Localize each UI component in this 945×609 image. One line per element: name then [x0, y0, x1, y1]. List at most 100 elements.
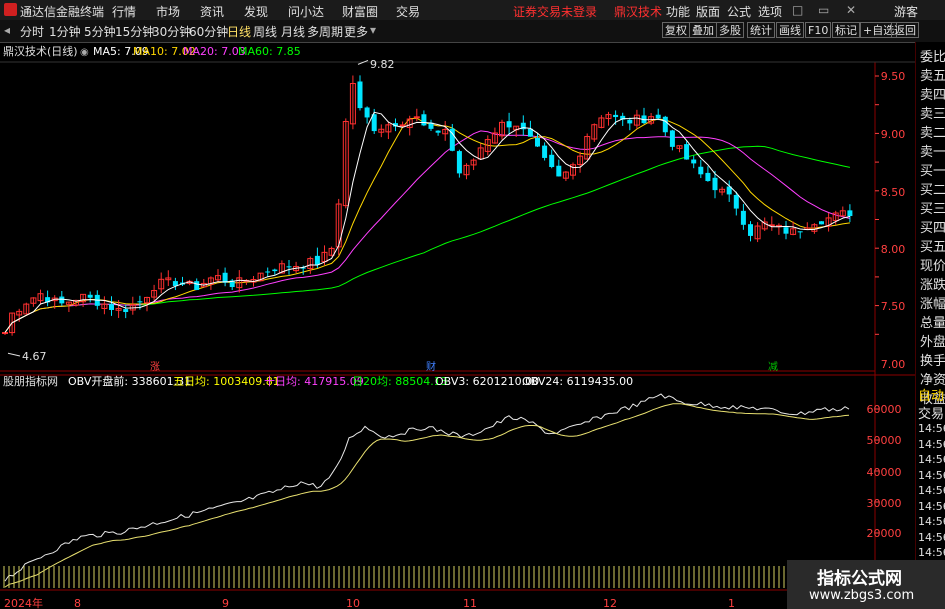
date-tick: 8 [74, 597, 81, 609]
menu-item-news[interactable]: 资讯 [200, 3, 224, 20]
event-marker-reduce[interactable]: 减 [768, 361, 778, 373]
chevron-down-icon[interactable]: ▾ [370, 23, 376, 37]
indicator-tick: 30000 [867, 497, 902, 510]
ma5-line [4, 111, 851, 333]
tab-intraday[interactable]: 分时 [20, 23, 44, 40]
tick-time: 14:56 [918, 530, 945, 544]
panel-label: 现价 [920, 259, 945, 274]
date-tick: 12 [603, 597, 617, 609]
tab-5min[interactable]: 5分钟 [84, 23, 116, 40]
panel-label: 买五 [920, 240, 945, 255]
trade-label[interactable]: 交易 [918, 403, 944, 422]
panel-label: 买二 [920, 183, 945, 198]
date-tick: 2024年 [4, 596, 43, 609]
indicator-axis-ticks: 60000 50000 40000 30000 20000 [867, 403, 902, 540]
tick-time: 14:56 [918, 515, 945, 528]
event-marker-finance[interactable]: 财 [426, 360, 436, 373]
panel-label: 卖五 [920, 69, 945, 84]
draw-line-button[interactable]: 画线 [776, 22, 804, 38]
multi-stock-button[interactable]: 多股 [716, 22, 744, 38]
indicator-name[interactable]: 股朋指标网 [3, 374, 58, 388]
statistics-button[interactable]: 统计 [747, 22, 775, 38]
period-toolbar: ◂ 分时 1分钟 5分钟 15分钟 30分钟 60分钟 日线 周线 月线 多周期… [0, 20, 945, 43]
panel-label: 买一 [920, 164, 945, 179]
minimize-icon[interactable]: □ [792, 3, 803, 17]
tick-time: 14:56 [918, 422, 945, 435]
tick-time: 14:56 [918, 468, 945, 482]
adjust-price-button[interactable]: 复权 [662, 22, 690, 38]
menu-item-layout[interactable]: 版面 [696, 3, 720, 20]
panel-label: 涨幅 [920, 297, 945, 312]
tab-monthly[interactable]: 月线 [281, 23, 305, 40]
price-tick: 9.50 [881, 70, 906, 83]
tab-15min[interactable]: 15分钟 [115, 23, 154, 40]
login-notice[interactable]: 证券交易未登录 [513, 3, 597, 20]
price-tick: 7.50 [881, 300, 906, 313]
tick-time: 14:56 [918, 499, 945, 513]
f10-button[interactable]: F10 [805, 22, 832, 38]
price-axis-ticks: 9.50 9.00 8.50 8.00 7.50 7.00 [881, 70, 906, 371]
tab-multi-period[interactable]: 多周期 [307, 23, 343, 40]
indicator-tick: 40000 [867, 466, 902, 479]
menu-item-function[interactable]: 功能 [666, 3, 690, 20]
close-icon[interactable]: ✕ [846, 3, 856, 17]
price-tick: 8.00 [881, 243, 906, 256]
app-logo-icon [4, 3, 17, 16]
chevron-down-icon[interactable]: ◉ [80, 47, 89, 58]
date-tick: 11 [463, 597, 477, 609]
high-price-label: 9.82 [370, 58, 395, 71]
indicator-tick: 20000 [867, 527, 902, 540]
menu-item-ask[interactable]: 问小达 [288, 3, 324, 20]
event-marker-rise[interactable]: 涨 [150, 361, 160, 373]
tab-60min[interactable]: 60分钟 [189, 23, 228, 40]
app-title: 通达信金融终端 [20, 5, 105, 19]
obv-lines [4, 393, 850, 588]
indicator-bars [3, 566, 850, 588]
menu-item-trade[interactable]: 交易 [396, 3, 420, 20]
menu-item-formula[interactable]: 公式 [727, 3, 751, 20]
tab-weekly[interactable]: 周线 [253, 23, 277, 40]
obv24-label: OBV24: 6119435.00 [522, 375, 633, 388]
price-tick: 7.00 [881, 358, 906, 371]
back-button[interactable]: 返回 [891, 22, 919, 38]
panel-label: 卖二 [920, 126, 945, 141]
tab-daily[interactable]: 日线 [227, 23, 251, 40]
panel-label: 卖三 [920, 107, 945, 122]
menu-item-market[interactable]: 行情 [112, 3, 136, 20]
ma10-line [4, 117, 850, 333]
prev-icon[interactable]: ◂ [4, 23, 10, 37]
twenty-day-avg-label: 日20均: 88504.13 [352, 375, 448, 388]
menu-item-wealth[interactable]: 财富圈 [342, 3, 378, 20]
tick-time: 14:56 [918, 484, 945, 497]
watermark-title: 指标公式网 [817, 569, 902, 589]
guest-user[interactable]: 游客 [894, 3, 918, 20]
maximize-icon[interactable]: ▭ [818, 3, 829, 17]
menu-item-markets[interactable]: 市场 [156, 3, 180, 20]
tab-1min[interactable]: 1分钟 [49, 23, 81, 40]
candlesticks [2, 59, 853, 357]
tab-30min[interactable]: 30分钟 [152, 23, 191, 40]
price-tick: 8.50 [881, 186, 906, 199]
date-axis: 2024年 8 9 10 11 12 1 [4, 596, 735, 609]
panel-label: 卖四 [920, 88, 945, 103]
panel-label: 买四 [920, 221, 945, 236]
current-stock-name: 鼎汉技术 [614, 5, 663, 19]
ma20-label: MA20: 7.03 [183, 45, 246, 58]
tick-time-list: 14:56 14:56 14:56 14:56 14:56 14:56 14:5… [918, 422, 945, 562]
tab-more[interactable]: 更多 [344, 23, 368, 40]
panel-label: 涨跌 [920, 278, 945, 293]
low-price-label: 4.67 [22, 350, 47, 363]
price-tick: 9.00 [881, 128, 906, 141]
panel-label: 买三 [920, 202, 945, 217]
overlay-button[interactable]: 叠加 [689, 22, 717, 38]
menu-item-options[interactable]: 选项 [758, 3, 782, 20]
panel-label: 换手 [920, 354, 945, 369]
kline-chart[interactable]: 鼎汉技术(日线) ◉ MA5: 7.09 MA10: 7.02 MA20: 7.… [0, 42, 915, 609]
date-tick: 10 [346, 597, 360, 609]
panel-label: 外盘 [920, 335, 945, 350]
menu-item-discover[interactable]: 发现 [244, 3, 268, 20]
auto-label[interactable]: 自动 [918, 385, 944, 404]
date-tick: 1 [728, 597, 735, 609]
menu-bar: 通达信金融终端 行情 市场 资讯 发现 问小达 财富圈 交易 证券交易未登录 鼎… [0, 0, 945, 21]
mark-button[interactable]: 标记 [832, 22, 860, 38]
